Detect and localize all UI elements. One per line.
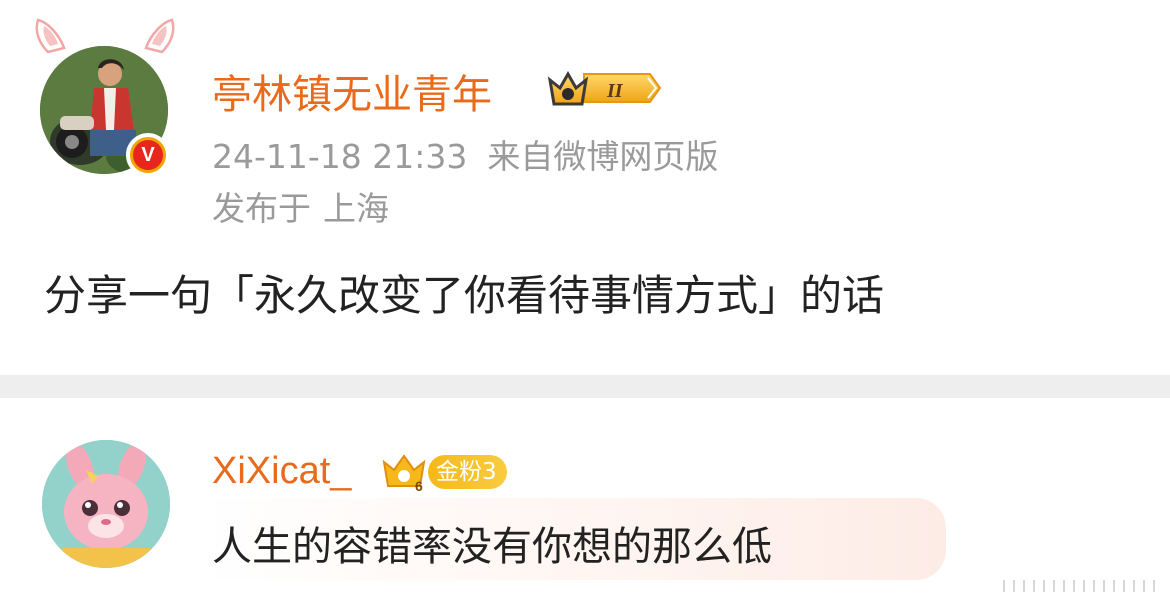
pink-bunny-plush-avatar-icon bbox=[42, 440, 170, 568]
comment-author-avatar[interactable] bbox=[42, 440, 170, 568]
post-location: 发布于 上海 bbox=[212, 182, 389, 230]
comment-body-text: 人生的容错率没有你想的那么低 bbox=[212, 524, 772, 570]
post-source: 来自微博网页版 bbox=[487, 137, 719, 176]
verified-mark: V bbox=[133, 140, 163, 170]
verified-v-badge-icon: V bbox=[126, 133, 170, 177]
crown-rank-badge-icon: II bbox=[547, 70, 662, 106]
rank-badge-text: II bbox=[606, 80, 624, 102]
comment-author-name[interactable]: XiXicat_ bbox=[212, 450, 351, 493]
post-meta: 24-11-18 21:33 来自微博网页版 bbox=[212, 130, 718, 178]
fan-level-number: 6 bbox=[415, 478, 423, 492]
watermark-decoration bbox=[1003, 580, 1155, 592]
location-prefix: 发布于 bbox=[212, 189, 311, 228]
post-body-text: 分享一句「永久改变了你看待事情方式」的话 bbox=[44, 271, 885, 320]
location-name: 上海 bbox=[323, 189, 389, 228]
post-timestamp[interactable]: 24-11-18 21:33 bbox=[212, 137, 467, 176]
section-divider bbox=[0, 375, 1170, 398]
post-author-name[interactable]: 亭林镇无业青年 bbox=[212, 62, 492, 120]
fan-badge-label: 金粉3 bbox=[428, 455, 507, 489]
